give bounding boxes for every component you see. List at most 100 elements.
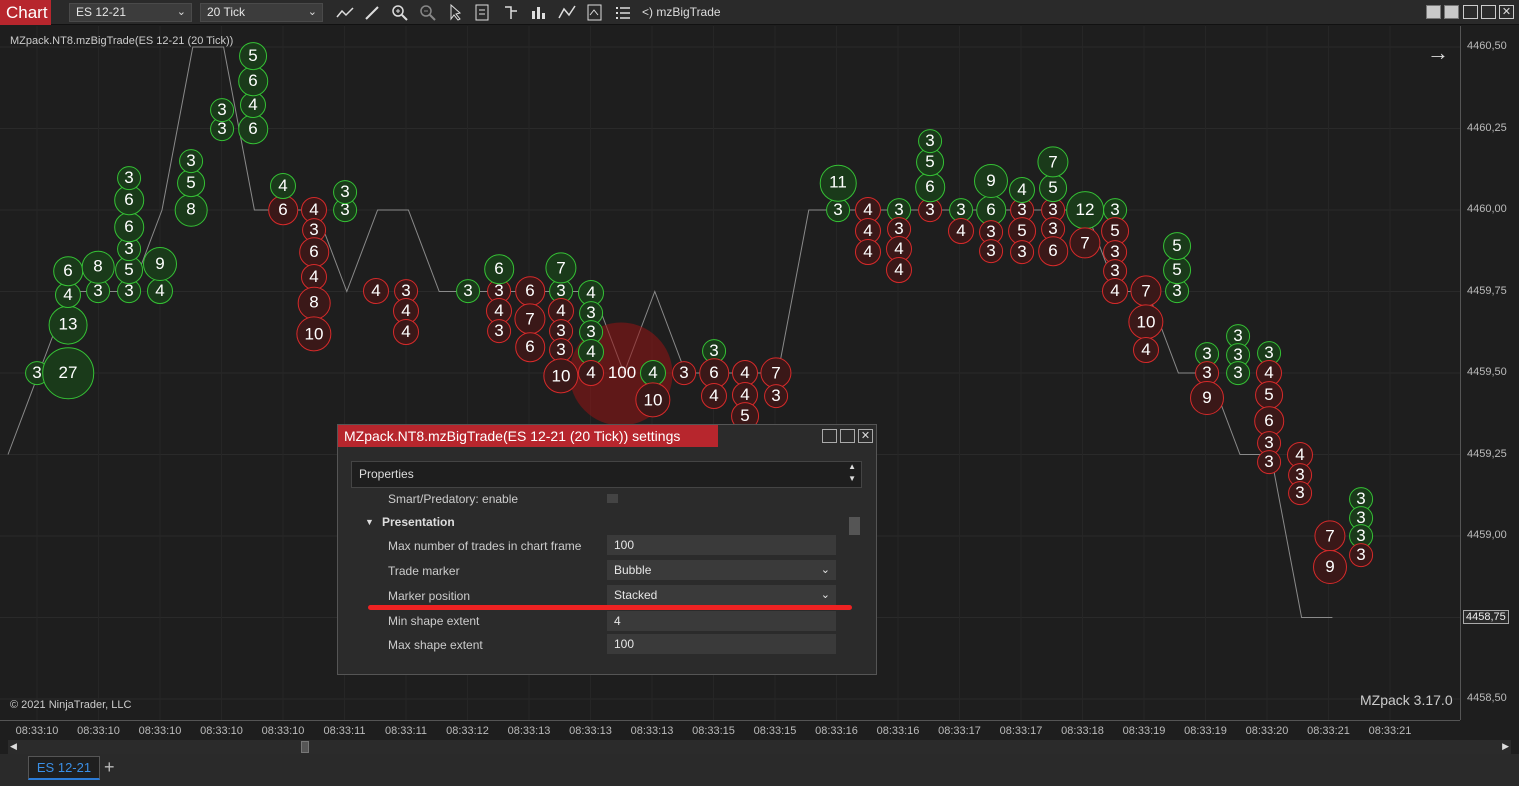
- max-trades-input[interactable]: 100: [607, 535, 836, 555]
- time-tick-label: 08:33:17: [999, 725, 1043, 737]
- chart-window: Chart ES 12-21 ⌄ 20 Tick ⌄ <) mzBigTrade ✕…: [0, 0, 1519, 786]
- marker-position-select[interactable]: Stacked ⌄: [607, 585, 836, 605]
- smart-predatory-checkbox[interactable]: [607, 494, 618, 503]
- interval-select[interactable]: 20 Tick ⌄: [200, 3, 323, 22]
- price-tick-label: 4459,50: [1467, 366, 1507, 378]
- price-tick-label: 4460,25: [1467, 121, 1507, 134]
- sell-trade-marker: 4: [1133, 337, 1159, 363]
- buy-trade-marker: 6: [238, 66, 268, 96]
- sell-trade-marker: 8: [297, 286, 331, 320]
- time-tick-label: 08:33:10: [77, 725, 120, 737]
- buy-trade-marker: 6: [915, 172, 945, 202]
- price-tick-label: 4460,00: [1467, 203, 1507, 215]
- time-tick-label: 08:33:17: [938, 725, 981, 737]
- buy-trade-marker: 3: [456, 279, 480, 303]
- data-box-icon[interactable]: [473, 3, 493, 22]
- time-tick-label: 08:33:15: [692, 725, 735, 737]
- sell-trade-marker: 4: [578, 360, 604, 386]
- sell-trade-marker: 3: [979, 239, 1003, 263]
- sell-trade-marker: 3: [1010, 240, 1034, 264]
- buy-trade-marker: 27: [42, 347, 94, 399]
- time-tick-label: 08:33:12: [446, 725, 489, 737]
- settings-dialog: MZpack.NT8.mzBigTrade(ES 12-21 (20 Tick)…: [337, 424, 877, 675]
- scroll-right-icon[interactable]: ▶: [1502, 741, 1509, 752]
- horizontal-scrollbar[interactable]: ◀ ▶: [8, 740, 1511, 754]
- sell-trade-marker: 4: [886, 257, 912, 283]
- price-axis[interactable]: 4460,50 4460,25 4460,00 4459,75 4459,50 4459,…: [1460, 26, 1519, 720]
- sell-trade-marker: 4: [363, 278, 389, 304]
- sell-trade-marker: 3: [487, 319, 511, 343]
- sell-trade-marker: 3: [1349, 543, 1373, 567]
- sell-trade-marker: 9: [1313, 550, 1347, 584]
- big-trade-value: 100: [607, 363, 637, 382]
- maximize-icon[interactable]: [840, 429, 855, 443]
- price-tick-label: 4459,25: [1467, 447, 1507, 460]
- minimize-button[interactable]: [1463, 5, 1478, 19]
- buy-trade-marker: 6: [53, 256, 83, 286]
- time-tick-label: 08:33:13: [569, 725, 612, 737]
- chart-tab[interactable]: Chart: [0, 0, 51, 25]
- bar-type-icon[interactable]: [501, 3, 521, 22]
- indicators-icon[interactable]: [529, 3, 549, 22]
- menu-list-icon[interactable]: [613, 3, 633, 22]
- chart-toolbar: Chart ES 12-21 ⌄ 20 Tick ⌄ <) mzBigTrade ✕: [0, 0, 1519, 25]
- instrument-select[interactable]: ES 12-21 ⌄: [69, 3, 192, 22]
- buy-trade-marker: 9: [143, 247, 177, 281]
- line-chart-icon[interactable]: [335, 3, 355, 22]
- properties-icon[interactable]: [585, 3, 605, 22]
- pencil-icon[interactable]: [362, 3, 382, 22]
- marker-position-value: Stacked: [614, 588, 658, 602]
- scroll-left-icon[interactable]: ◀: [10, 741, 17, 752]
- min-shape-value: 4: [614, 614, 621, 628]
- presentation-section[interactable]: Presentation: [382, 515, 455, 529]
- dialog-title[interactable]: MZpack.NT8.mzBigTrade(ES 12-21 (20 Tick)…: [338, 425, 718, 447]
- sell-trade-marker: 6: [268, 195, 298, 225]
- buy-trade-marker: 5: [1039, 174, 1067, 202]
- sell-trade-marker: 6: [515, 276, 545, 306]
- buy-trade-marker: 3: [918, 129, 942, 153]
- minimize-icon[interactable]: [822, 429, 837, 443]
- buy-trade-marker: 8: [81, 250, 115, 284]
- time-tick-label: 08:33:13: [507, 725, 551, 737]
- buy-trade-marker: 5: [177, 169, 205, 197]
- properties-scrollbar-thumb[interactable]: [849, 517, 860, 535]
- sell-trade-marker: 6: [299, 237, 329, 267]
- buy-trade-marker: 5: [1163, 232, 1191, 260]
- indicator-toolbar-label[interactable]: <) mzBigTrade: [642, 5, 721, 19]
- max-trades-value: 100: [614, 538, 635, 552]
- chevron-down-icon: ⌄: [176, 6, 186, 18]
- max-shape-input[interactable]: 100: [607, 634, 836, 654]
- strategies-icon[interactable]: [557, 3, 577, 22]
- sell-trade-marker: 4: [948, 218, 974, 244]
- min-shape-input[interactable]: 4: [607, 611, 836, 631]
- sell-trade-marker: 4: [1102, 278, 1128, 304]
- close-button[interactable]: ✕: [1499, 5, 1514, 19]
- time-tick-label: 08:33:21: [1307, 725, 1350, 737]
- scroll-arrows-icon[interactable]: ▲ ▼: [848, 461, 856, 485]
- tab-es-12-21[interactable]: ES 12-21: [28, 756, 100, 780]
- time-tick-label: 08:33:16: [815, 725, 858, 737]
- collapse-triangle-icon[interactable]: ▼: [365, 517, 374, 527]
- add-tab-button[interactable]: +: [104, 757, 115, 778]
- sell-trade-marker: 6: [515, 332, 545, 362]
- buy-trade-marker: 3: [826, 198, 850, 222]
- arrow-right-icon[interactable]: →: [1427, 40, 1449, 66]
- restore-icon[interactable]: [1426, 5, 1441, 19]
- cursor-icon[interactable]: [445, 3, 465, 22]
- sell-trade-marker: 3: [764, 384, 788, 408]
- zoom-out-icon[interactable]: [418, 3, 438, 22]
- highlight-underline: [368, 605, 852, 610]
- time-axis[interactable]: 08:33:10 08:33:10 08:33:10 08:33:10 08:33:10…: [0, 720, 1460, 740]
- maximize-button[interactable]: [1481, 5, 1496, 19]
- zoom-in-icon[interactable]: [390, 3, 410, 22]
- time-tick-label: 08:33:16: [876, 725, 920, 737]
- tile-icon[interactable]: [1444, 5, 1459, 19]
- scrollbar-thumb[interactable]: [301, 741, 309, 753]
- sell-trade-marker: 3: [1288, 481, 1312, 505]
- buy-trade-marker: 12: [1066, 191, 1104, 229]
- close-icon[interactable]: ✕: [858, 429, 873, 443]
- sell-trade-marker: 4: [855, 239, 881, 265]
- buy-trade-marker: 3: [210, 98, 234, 122]
- min-shape-label: Min shape extent: [388, 614, 480, 628]
- trade-marker-select[interactable]: Bubble ⌄: [607, 560, 836, 580]
